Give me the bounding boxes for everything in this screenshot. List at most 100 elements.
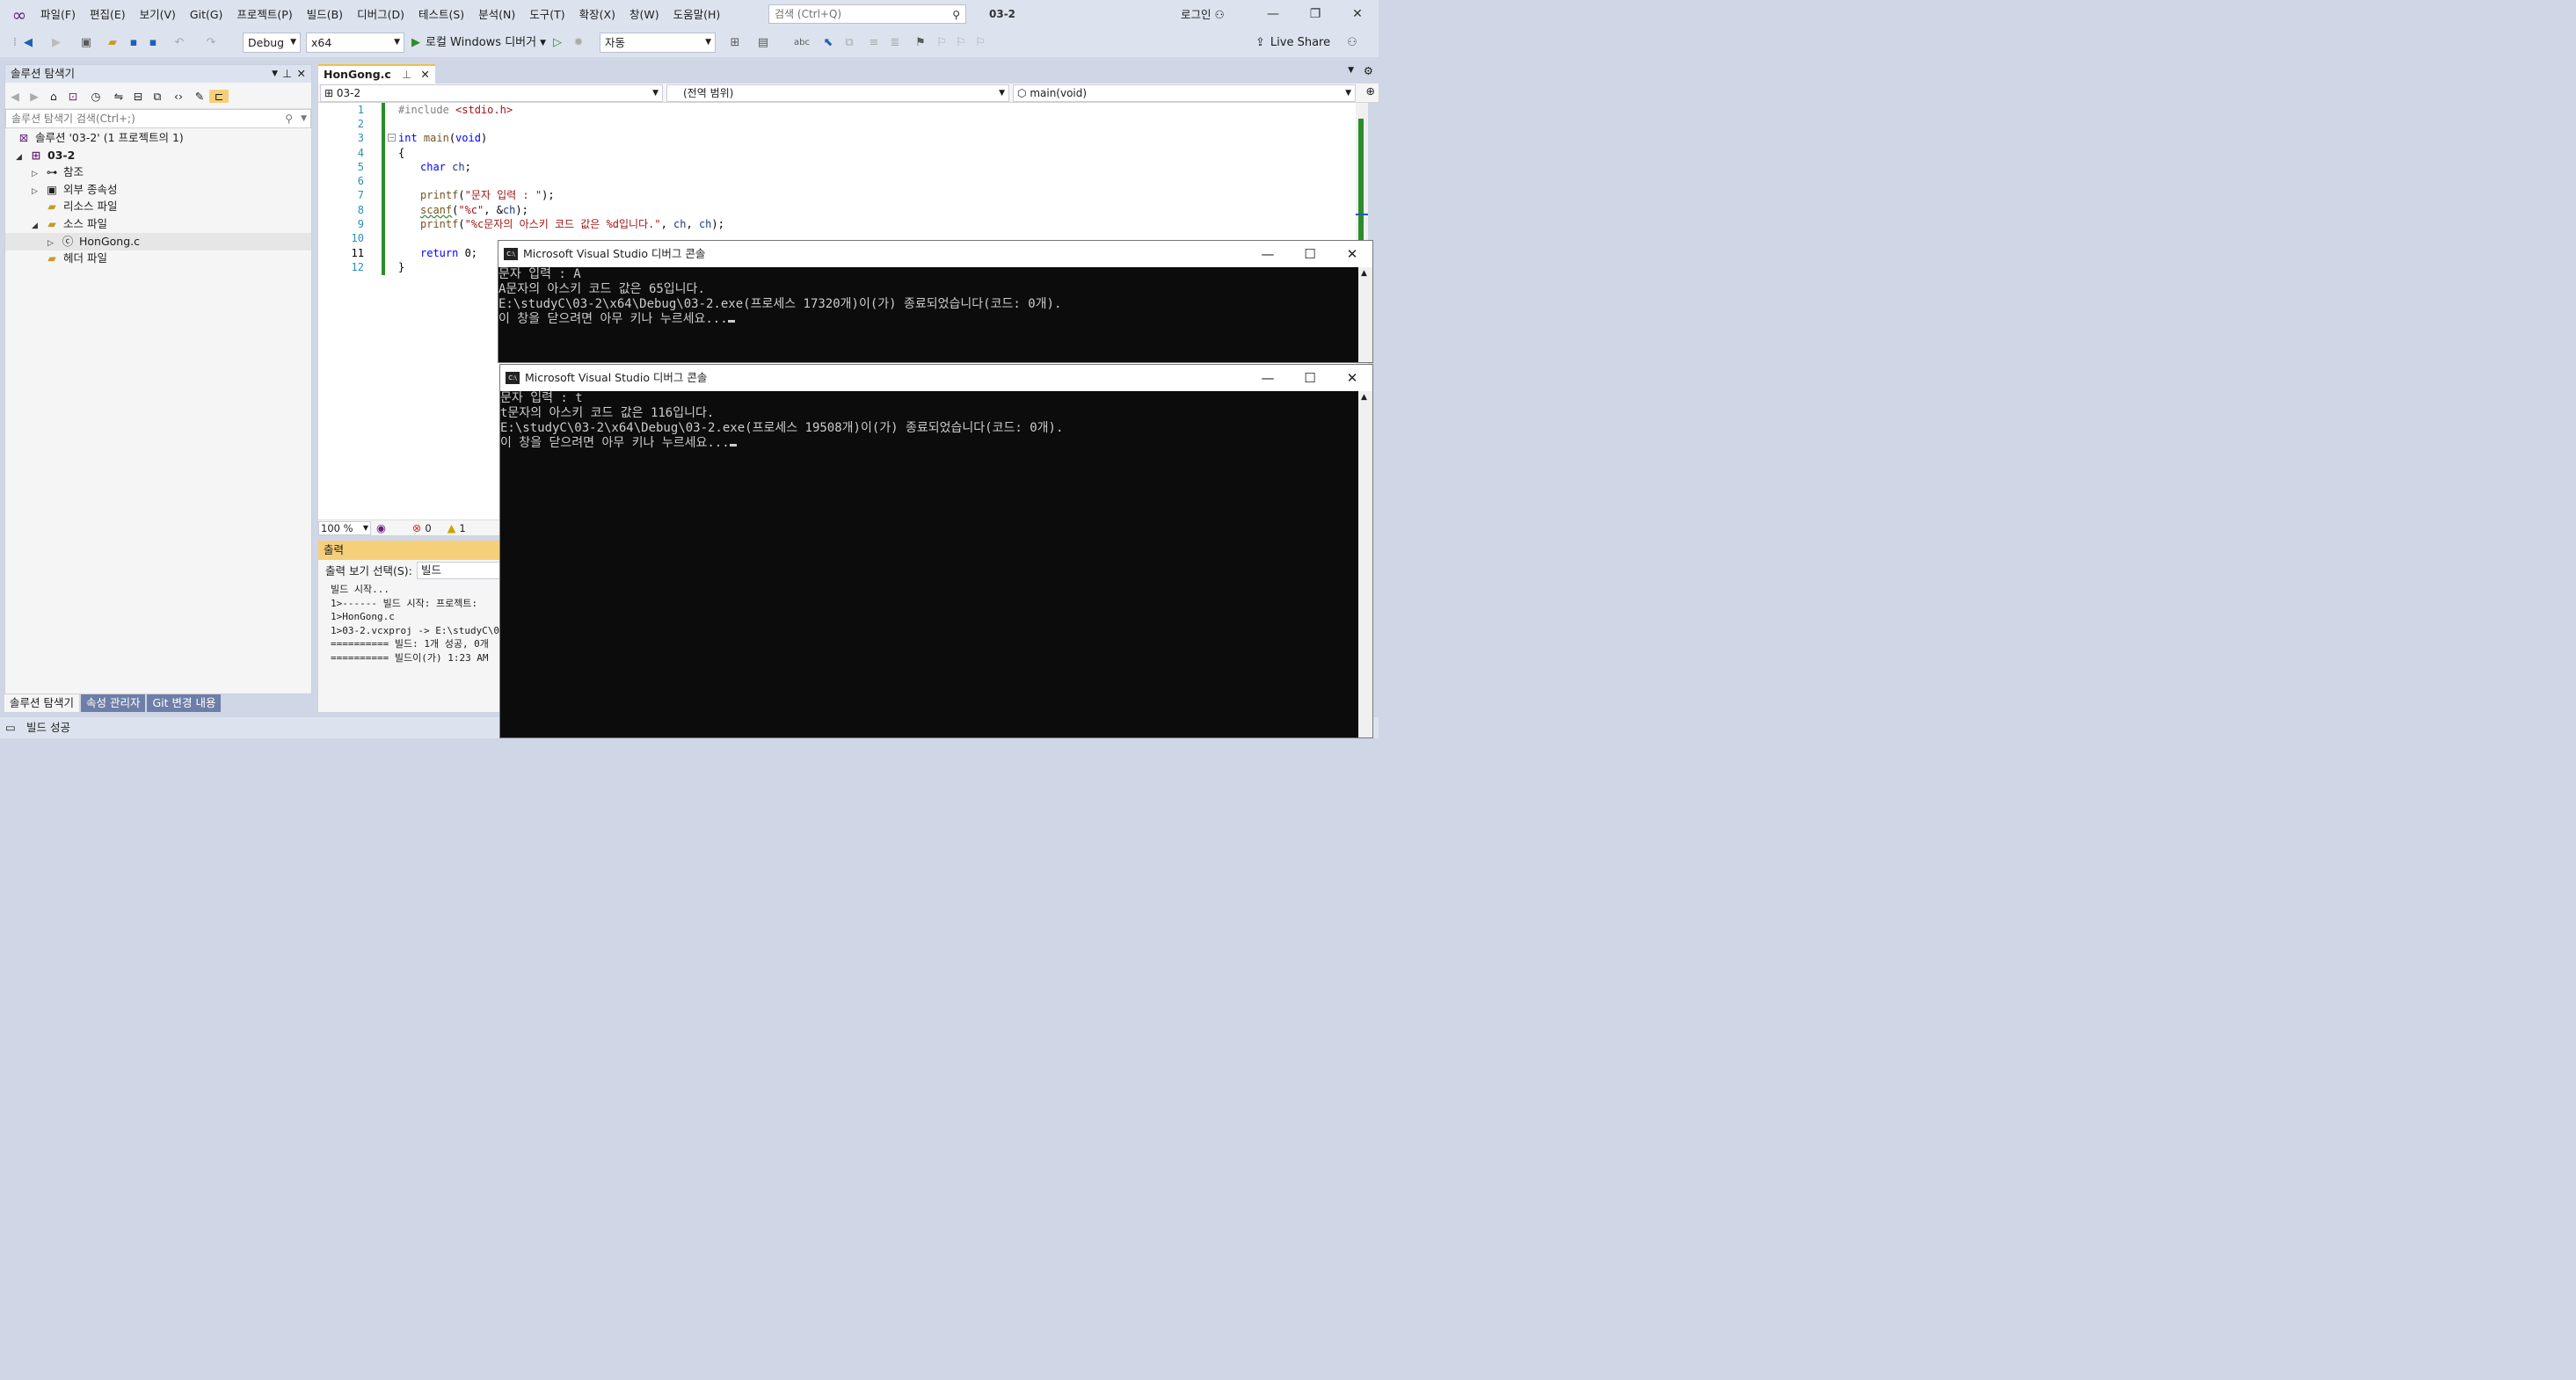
debug-console-window-2[interactable]: C:\ Microsoft Visual Studio 디버그 콘솔 — ☐ ✕ …	[499, 364, 1373, 738]
minimize-button[interactable]: —	[1248, 365, 1288, 391]
scope-dropdown[interactable]: (전역 범위) ▼	[666, 84, 1009, 102]
back-icon[interactable]: ◀	[5, 90, 25, 103]
show-all-files-icon[interactable]: ⧉	[148, 90, 167, 104]
menu-item-window[interactable]: 창(W)	[622, 0, 666, 29]
menu-item-edit[interactable]: 편집(E)	[83, 0, 133, 29]
bookmark-icon[interactable]: ⚑	[913, 33, 928, 53]
save-all-icon[interactable]: ▪	[144, 33, 162, 53]
menu-item-extensions[interactable]: 확장(X)	[572, 0, 622, 29]
close-button[interactable]: ✕	[1332, 365, 1372, 391]
code-icon[interactable]: ‹›	[167, 90, 190, 103]
hot-reload-icon[interactable]: ✹	[570, 33, 587, 53]
console-scrollbar[interactable]: ▲	[1358, 391, 1372, 737]
tree-item-solution[interactable]: ⊠ 솔루션 '03-2' (1 프로젝트의 1)	[16, 129, 184, 147]
chevron-down-icon[interactable]: ▼	[301, 110, 307, 127]
menu-item-tools[interactable]: 도구(T)	[522, 0, 571, 29]
tab-solution-explorer[interactable]: 솔루션 탐색기	[4, 694, 79, 712]
scroll-up-icon[interactable]: ▲	[1361, 393, 1367, 402]
solution-search-input[interactable]: 솔루션 탐색기 검색(Ctrl+;) ⚲ ▼	[5, 109, 311, 128]
undo-icon[interactable]: ↶	[171, 33, 188, 53]
start-debugger-button[interactable]: ▶ 로컬 Windows 디버거 ▼	[411, 33, 549, 53]
collapse-all-icon[interactable]: ⊟	[128, 90, 148, 103]
scroll-up-icon[interactable]: ▲	[1361, 269, 1367, 278]
redo-icon[interactable]: ↷	[202, 33, 220, 53]
close-icon[interactable]: ✕	[420, 68, 429, 81]
maximize-button[interactable]: ☐	[1290, 241, 1330, 267]
intellicode-icon[interactable]: ◉	[376, 521, 386, 534]
back-icon[interactable]: ◀	[19, 33, 37, 53]
tree-item-project[interactable]: ◢ ⊞ 03-2	[16, 147, 75, 164]
zoom-select[interactable]: 100 % ▼	[318, 520, 371, 535]
clear-bookmarks-icon[interactable]: ⚐	[972, 33, 988, 53]
home-icon[interactable]: ⌂	[44, 90, 63, 103]
open-folder-icon[interactable]: ▰	[104, 33, 121, 53]
pin-icon[interactable]: ⊥	[282, 65, 292, 83]
close-button[interactable]: ✕	[1340, 0, 1375, 29]
new-project-icon[interactable]: ▣	[76, 33, 97, 53]
minimize-button[interactable]: —	[1255, 0, 1291, 29]
maximize-button[interactable]: ☐	[1290, 365, 1330, 391]
menu-item-view[interactable]: 보기(V)	[133, 0, 183, 29]
feedback-icon[interactable]: ⚇	[1343, 33, 1361, 53]
copy-icon[interactable]: ⧉	[840, 33, 858, 53]
menu-item-project[interactable]: 프로젝트(P)	[229, 0, 299, 29]
split-icon[interactable]: ⊕	[1366, 84, 1375, 98]
forward-icon[interactable]: ▶	[47, 33, 65, 53]
menu-item-analyze[interactable]: 분석(N)	[471, 0, 522, 29]
auto-select[interactable]: 자동 ▼	[600, 33, 716, 53]
pending-changes-icon[interactable]: ◷	[83, 90, 109, 103]
preview-icon[interactable]: ⊏	[209, 90, 229, 103]
tab-git-changes[interactable]: Git 변경 내용	[147, 694, 222, 712]
error-count[interactable]: 0	[425, 522, 431, 534]
restore-button[interactable]: ❐	[1298, 0, 1333, 29]
output-source-select[interactable]: 빌드	[417, 562, 503, 579]
save-icon[interactable]: ▪	[125, 33, 142, 53]
prev-bookmark-icon[interactable]: ⚐	[934, 33, 950, 53]
chevron-down-icon[interactable]: ▼	[1348, 66, 1354, 75]
layout-icon[interactable]: ▤	[754, 33, 772, 53]
gear-icon[interactable]: ⚙	[1364, 64, 1373, 77]
chevron-down-icon[interactable]: ▼	[272, 65, 278, 83]
tree-item-header-files[interactable]: ▰ 헤더 파일	[44, 250, 107, 267]
project-dropdown[interactable]: ⊞ 03-2 ▼	[320, 84, 663, 102]
select-icon[interactable]: ⬉	[819, 33, 837, 53]
search-input[interactable]: 검색 (Ctrl+Q) ⚲	[768, 4, 966, 24]
tab-property-manager[interactable]: 속성 관리자	[80, 694, 146, 712]
minimize-button[interactable]: —	[1248, 241, 1288, 267]
switch-views-icon[interactable]: ⊡	[63, 90, 83, 103]
login-button[interactable]: 로그인 ⚇	[1181, 0, 1225, 29]
menu-item-build[interactable]: 빌드(B)	[300, 0, 350, 29]
sync-icon[interactable]: ⇋	[109, 90, 128, 103]
console-titlebar[interactable]: C:\ Microsoft Visual Studio 디버그 콘솔 — ☐ ✕	[500, 365, 1372, 391]
close-icon[interactable]: ✕	[297, 65, 306, 83]
menu-item-git[interactable]: Git(G)	[183, 0, 230, 29]
menu-item-file[interactable]: 파일(F)	[33, 0, 83, 29]
tree-item-source-files[interactable]: ◢ ▰ 소스 파일	[32, 215, 107, 233]
warning-count[interactable]: 1	[459, 522, 465, 534]
browse-icon[interactable]: ⊞	[726, 33, 744, 53]
collapse-icon[interactable]: −	[388, 134, 396, 142]
tree-item-external-dependencies[interactable]: ▷ ▣ 외부 종속성	[32, 181, 117, 199]
console-scrollbar[interactable]: ▲	[1358, 267, 1372, 362]
platform-select[interactable]: x64 ▼	[306, 33, 404, 53]
tree-item-resource-files[interactable]: ▰ 리소스 파일	[44, 198, 117, 215]
menu-item-debug[interactable]: 디버그(D)	[350, 0, 411, 29]
start-without-debugging-icon[interactable]: ▷	[549, 33, 566, 53]
spell-check-icon[interactable]: abc	[793, 33, 811, 53]
live-share-button[interactable]: ⇪ Live Share	[1255, 33, 1352, 53]
forward-icon[interactable]: ▶	[25, 90, 44, 103]
pin-icon[interactable]: ⊥	[402, 68, 411, 81]
comment-icon[interactable]: ≡	[865, 33, 883, 53]
menu-item-help[interactable]: 도움말(H)	[666, 0, 728, 29]
function-dropdown[interactable]: ⬡ main(void) ▼	[1013, 84, 1356, 102]
debug-console-window-1[interactable]: C:\ Microsoft Visual Studio 디버그 콘솔 — ☐ ✕ …	[498, 240, 1373, 363]
menu-item-test[interactable]: 테스트(S)	[411, 0, 471, 29]
uncomment-icon[interactable]: ≣	[886, 33, 904, 53]
configuration-select[interactable]: Debug ▼	[243, 33, 301, 53]
close-button[interactable]: ✕	[1332, 241, 1372, 267]
tree-item-hongong-c[interactable]: ▷ ⓒ HonGong.c	[5, 233, 311, 251]
tab-hongong-c[interactable]: HonGong.c ⊥ ✕	[318, 64, 435, 84]
properties-icon[interactable]: ✎	[190, 90, 209, 103]
next-bookmark-icon[interactable]: ⚐	[953, 33, 969, 53]
console-titlebar[interactable]: C:\ Microsoft Visual Studio 디버그 콘솔 — ☐ ✕	[498, 241, 1372, 267]
